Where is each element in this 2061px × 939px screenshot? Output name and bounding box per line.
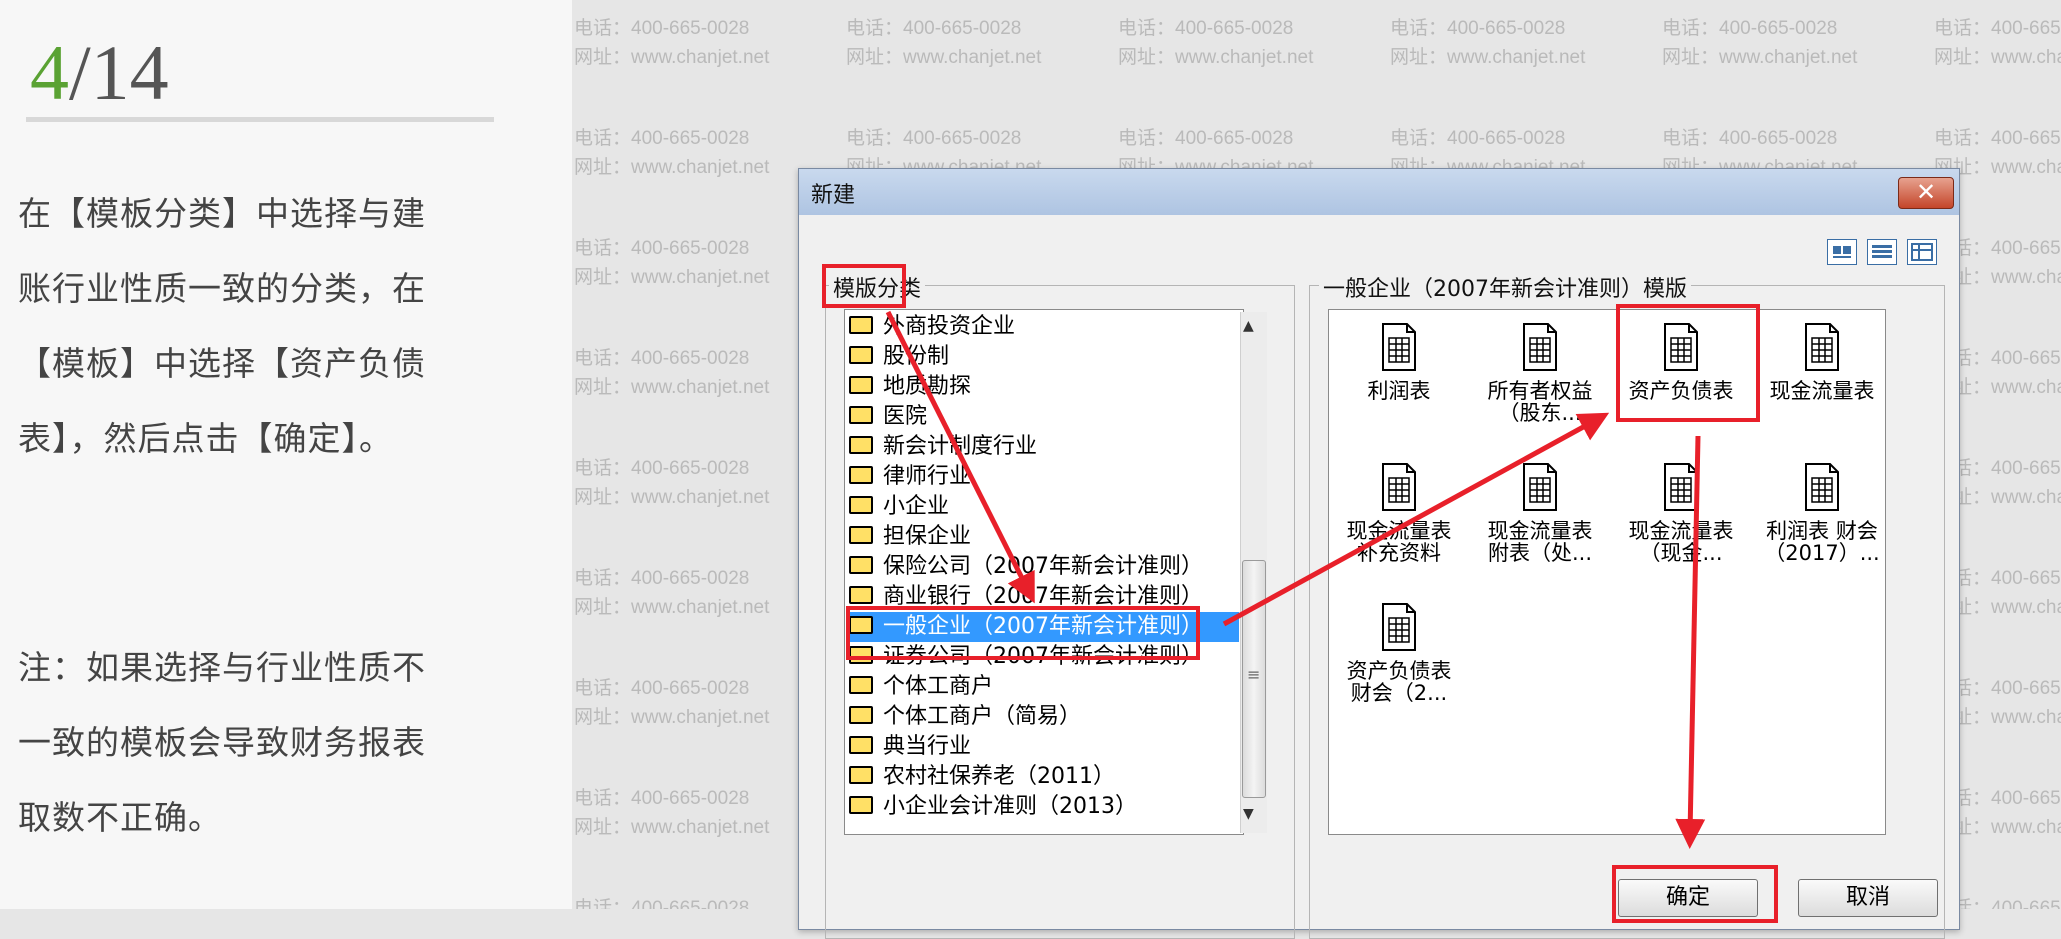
arrow-to-ok [1675, 435, 1706, 849]
arrow-to-template [1222, 412, 1610, 627]
arrow-to-category [885, 310, 1035, 604]
annotation-arrows [885, 310, 1706, 849]
